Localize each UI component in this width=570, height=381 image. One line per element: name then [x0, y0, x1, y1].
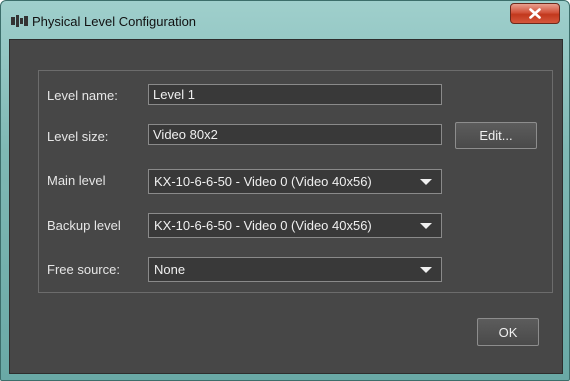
- main-level-label: Main level: [47, 173, 106, 188]
- backup-level-value: KX-10-6-6-50 - Video 0 (Video 40x56): [154, 218, 372, 233]
- close-button[interactable]: [510, 3, 560, 24]
- edit-button[interactable]: Edit...: [455, 122, 537, 149]
- dialog-window: Physical Level Configuration Level name:…: [0, 0, 570, 381]
- ok-button-label: OK: [498, 324, 518, 340]
- title-bar[interactable]: Physical Level Configuration: [1, 1, 569, 37]
- ok-button[interactable]: OK: [477, 318, 539, 346]
- level-size-label: Level size:: [47, 129, 109, 144]
- main-level-value: KX-10-6-6-50 - Video 0 (Video 40x56): [154, 174, 372, 189]
- chevron-down-icon: [420, 267, 432, 273]
- level-size-value: Video 80x2: [153, 127, 218, 142]
- level-name-label: Level name:: [47, 88, 118, 103]
- edit-button-label: Edit...: [479, 128, 513, 143]
- app-logo-icon: [11, 15, 29, 27]
- window-title: Physical Level Configuration: [32, 14, 197, 29]
- chevron-down-icon: [420, 179, 432, 185]
- level-name-input[interactable]: Level 1: [148, 84, 442, 105]
- dialog-content: Level name: Level 1 Level size: Video 80…: [9, 39, 563, 374]
- backup-level-select[interactable]: KX-10-6-6-50 - Video 0 (Video 40x56): [148, 213, 442, 238]
- level-size-field: Video 80x2: [148, 124, 442, 145]
- level-name-value: Level 1: [153, 87, 195, 102]
- free-source-value: None: [154, 262, 186, 277]
- free-source-label: Free source:: [47, 262, 120, 277]
- close-icon: [529, 8, 541, 19]
- backup-level-label: Backup level: [47, 218, 121, 233]
- chevron-down-icon: [420, 223, 432, 229]
- free-source-select[interactable]: None: [148, 257, 442, 282]
- main-level-select[interactable]: KX-10-6-6-50 - Video 0 (Video 40x56): [148, 169, 442, 194]
